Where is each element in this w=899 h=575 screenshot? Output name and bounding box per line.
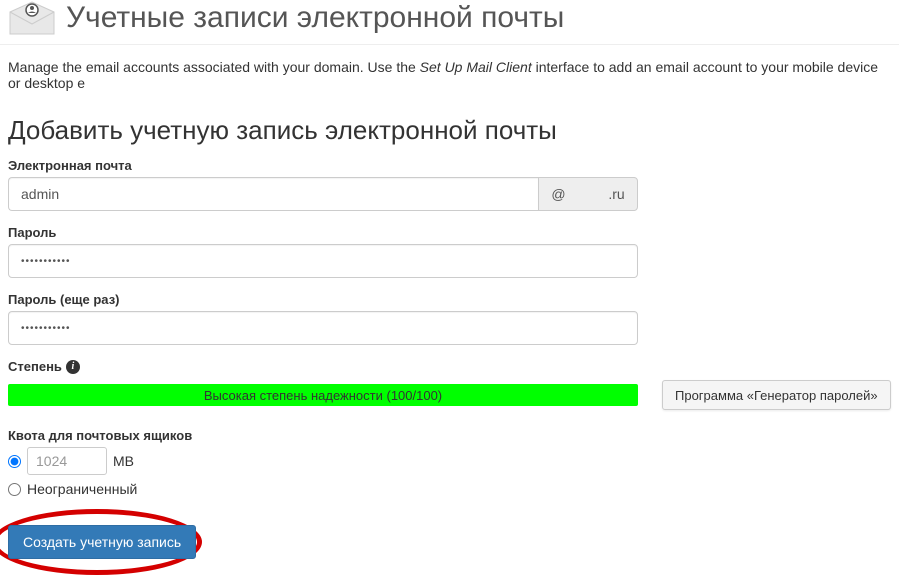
domain-suffix: .ru xyxy=(608,186,624,202)
page-header: Учетные записи электронной почты xyxy=(0,0,899,45)
quota-radio-limited[interactable] xyxy=(8,455,21,468)
email-group: Электронная почта @ xxxxx .ru xyxy=(8,158,891,211)
password-group: Пароль xyxy=(8,225,891,278)
password-label: Пароль xyxy=(8,225,891,240)
page-title: Учетные записи электронной почты xyxy=(66,1,564,35)
quota-unlimited-label: Неограниченный xyxy=(27,481,137,497)
description-link-setup-mail-client[interactable]: Set Up Mail Client xyxy=(420,59,532,75)
description-text-1: Manage the email accounts associated wit… xyxy=(8,59,420,75)
password-confirm-group: Пароль (еще раз) xyxy=(8,292,891,345)
quota-radio-unlimited[interactable] xyxy=(8,483,21,496)
add-account-section: Добавить учетную запись электронной почт… xyxy=(0,115,899,559)
page-description: Manage the email accounts associated wit… xyxy=(0,45,899,105)
strength-bar: Высокая степень надежности (100/100) xyxy=(8,384,638,406)
strength-group: Степень i Высокая степень надежности (10… xyxy=(8,359,891,410)
create-account-button[interactable]: Создать учетную запись xyxy=(8,525,196,559)
password-input[interactable] xyxy=(8,244,638,278)
email-input[interactable] xyxy=(8,177,538,211)
info-icon[interactable]: i xyxy=(66,360,80,374)
domain-at: @ xyxy=(551,186,565,202)
mail-account-icon xyxy=(8,0,56,36)
domain-hidden: xxxxx xyxy=(569,186,604,202)
quota-label: Квота для почтовых ящиков xyxy=(8,428,891,443)
submit-wrap: Создать учетную запись xyxy=(8,525,196,559)
email-label: Электронная почта xyxy=(8,158,891,173)
quota-input[interactable] xyxy=(27,447,107,475)
quota-group: Квота для почтовых ящиков MB Неограничен… xyxy=(8,428,891,497)
password-generator-button[interactable]: Программа «Генератор паролей» xyxy=(662,380,891,410)
email-domain-addon: @ xxxxx .ru xyxy=(538,177,638,211)
password-confirm-label: Пароль (еще раз) xyxy=(8,292,891,307)
section-title: Добавить учетную запись электронной почт… xyxy=(8,115,891,146)
password-confirm-input[interactable] xyxy=(8,311,638,345)
strength-label: Степень xyxy=(8,359,62,374)
quota-unit: MB xyxy=(113,453,134,469)
